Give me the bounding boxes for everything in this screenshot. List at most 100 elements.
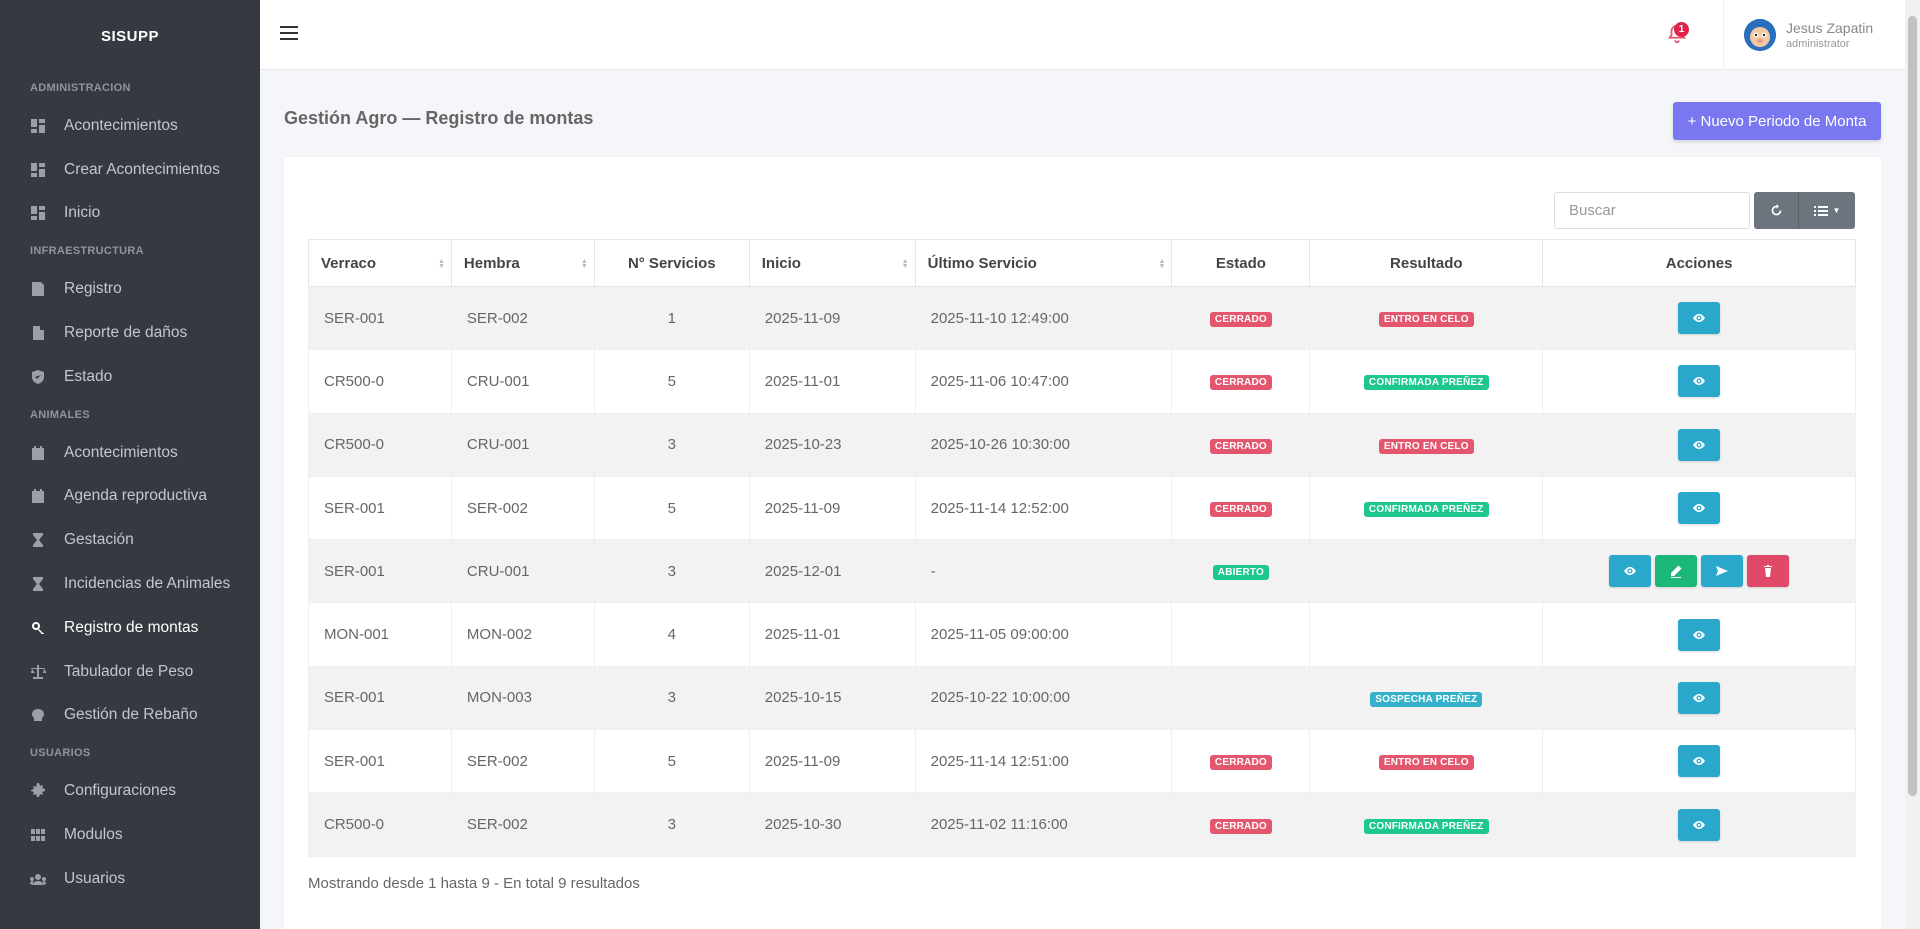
dashboard-icon <box>30 205 46 221</box>
sidebar-item-label: Usuarios <box>64 869 126 887</box>
list-icon <box>1813 205 1828 216</box>
cell-acciones <box>1542 602 1856 667</box>
table-row: SER-001 SER-002 1 2025-11-09 2025-11-10 12:4… <box>308 285 1856 351</box>
eye-icon <box>1693 820 1706 829</box>
sidebar-item[interactable]: Acontecimientos <box>0 431 260 475</box>
col-verraco[interactable]: Verraco <box>308 239 452 287</box>
user-name: Jesus Zapatin <box>1786 20 1874 36</box>
hamburger-menu-icon[interactable] <box>280 26 300 44</box>
cell-hembra: SER-002 <box>450 475 595 541</box>
table-row: SER-001 MON-003 3 2025-10-15 2025-10-22 10:0… <box>308 665 1856 731</box>
refresh-button[interactable] <box>1754 192 1799 229</box>
notification-bell-icon[interactable]: 1 <box>1666 22 1692 50</box>
sidebar-item[interactable]: Modulos <box>0 813 260 857</box>
sidebar-item[interactable]: Registro de montas <box>0 606 260 650</box>
sidebar-item[interactable]: Configuraciones <box>0 769 260 813</box>
pen-icon <box>1671 565 1682 579</box>
cell-resultado: ENTRO EN CELO <box>1309 729 1544 794</box>
sidebar-item[interactable]: Inicio <box>0 192 260 236</box>
cell-estado: CERRADO <box>1171 475 1311 541</box>
cell-estado <box>1171 602 1311 667</box>
table-header-row: Verraco Hembra N° Servicios Inicio Últim… <box>308 239 1856 287</box>
col-servicios: N° Servicios <box>593 239 750 287</box>
refresh-icon <box>1771 204 1781 216</box>
cell-servicios: 3 <box>593 539 750 604</box>
sidebar-item[interactable]: Registro <box>0 267 260 311</box>
col-ultimo-servicio[interactable]: Último Servicio <box>914 239 1173 287</box>
user-menu[interactable]: Jesus Zapatin administrator <box>1728 0 1888 70</box>
eye-icon <box>1693 377 1706 386</box>
result-badge: CONFIRMADA PREÑEZ <box>1363 818 1489 834</box>
view-button[interactable] <box>1609 555 1652 588</box>
sidebar-item[interactable]: Incidencias de Animales <box>0 562 260 606</box>
columns-dropdown-button[interactable]: ▼ <box>1799 192 1855 229</box>
sidebar-item[interactable]: Agenda reproductiva <box>0 475 260 519</box>
report-icon <box>30 281 46 297</box>
cell-inicio: 2025-10-30 <box>748 792 916 857</box>
cell-acciones <box>1542 412 1856 477</box>
sidebar-item-label: Configuraciones <box>64 782 177 800</box>
cell-hembra: MON-002 <box>450 602 595 667</box>
result-badge: ENTRO EN CELO <box>1378 755 1474 771</box>
cell-servicios: 5 <box>593 729 750 794</box>
view-button[interactable] <box>1678 745 1721 778</box>
status-badge: ABIERTO <box>1212 565 1270 581</box>
page-title: Gestión Agro — Registro de montas <box>284 108 594 128</box>
col-hembra[interactable]: Hembra <box>450 239 595 287</box>
cell-verraco: SER-001 <box>308 285 452 351</box>
cell-ultimo-servicio: 2025-10-22 10:00:00 <box>914 665 1173 731</box>
sidebar-item[interactable]: Crear Acontecimientos <box>0 148 260 192</box>
sidebar-item[interactable]: Gestación <box>0 518 260 562</box>
table-toolbar: ▼ <box>1754 192 1855 229</box>
view-button[interactable] <box>1678 428 1721 461</box>
search-input[interactable] <box>1554 192 1750 229</box>
cell-inicio: 2025-11-09 <box>748 729 916 794</box>
sidebar-item[interactable]: Reporte de daños <box>0 311 260 355</box>
cell-inicio: 2025-11-09 <box>748 475 916 541</box>
cell-servicios: 3 <box>593 665 750 731</box>
cell-ultimo-servicio: - <box>914 539 1173 604</box>
sidebar-item[interactable]: Estado <box>0 355 260 399</box>
view-button[interactable] <box>1678 808 1721 841</box>
status-badge: CERRADO <box>1209 755 1272 771</box>
page-scrollbar[interactable] <box>1905 0 1920 929</box>
cell-servicios: 5 <box>593 475 750 541</box>
nav-section-title: ADMINISTRACION <box>30 82 131 94</box>
cell-ultimo-servicio: 2025-10-26 10:30:00 <box>914 412 1173 477</box>
delete-button[interactable] <box>1747 555 1790 588</box>
scale-icon <box>30 664 46 680</box>
col-resultado: Resultado <box>1309 239 1544 287</box>
dashboard-icon <box>30 118 46 134</box>
sidebar-item[interactable]: Gestión de Rebaño <box>0 694 260 738</box>
view-button[interactable] <box>1678 618 1721 651</box>
cell-verraco: CR500-0 <box>308 349 452 414</box>
status-badge: CERRADO <box>1209 502 1272 518</box>
herd-icon <box>30 707 46 723</box>
hourglass-icon <box>30 576 46 592</box>
cell-acciones <box>1542 475 1856 541</box>
eye-icon <box>1693 504 1706 513</box>
user-role: administrator <box>1786 38 1850 50</box>
table-row: SER-001 SER-002 5 2025-11-09 2025-11-14 12:5… <box>308 475 1856 541</box>
scroll-thumb[interactable] <box>1908 16 1917 796</box>
view-button[interactable] <box>1678 365 1721 398</box>
col-inicio[interactable]: Inicio <box>748 239 916 287</box>
calendar-icon <box>30 488 46 504</box>
view-button[interactable] <box>1678 492 1721 525</box>
sidebar-item[interactable]: Acontecimientos <box>0 104 260 148</box>
send-button[interactable] <box>1701 555 1744 588</box>
cell-acciones <box>1542 665 1856 731</box>
cell-verraco: CR500-0 <box>308 412 452 477</box>
sidebar-item[interactable]: Tabulador de Peso <box>0 650 260 694</box>
top-header: 1 Jesus Zapatin administrator <box>260 0 1905 70</box>
new-breeding-period-button[interactable]: + Nuevo Periodo de Monta <box>1673 102 1881 140</box>
calendar-icon <box>30 445 46 461</box>
view-button[interactable] <box>1678 681 1721 714</box>
edit-button[interactable] <box>1655 555 1698 588</box>
sidebar-item[interactable]: Usuarios <box>0 857 260 901</box>
cell-ultimo-servicio: 2025-11-02 11:16:00 <box>914 792 1173 857</box>
chevron-down-icon: ▼ <box>1832 206 1841 215</box>
cell-ultimo-servicio: 2025-11-06 10:47:00 <box>914 349 1173 414</box>
sidebar-item-label: Acontecimientos <box>64 443 178 461</box>
view-button[interactable] <box>1678 302 1721 335</box>
